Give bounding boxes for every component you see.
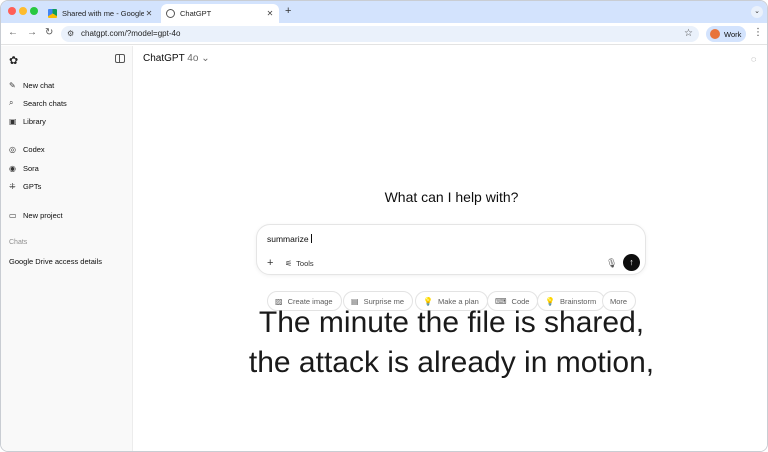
chatgpt-icon [166, 9, 175, 18]
sidebar-item-label: Search chats [23, 98, 67, 108]
grid-icon: ⁜ [9, 181, 16, 191]
tab-title: ChatGPT [180, 9, 212, 18]
browser-menu-icon[interactable]: ⋮ [753, 27, 763, 38]
chevron-down-icon: ⌄ [201, 53, 210, 64]
edit-icon: ✎ [9, 80, 16, 90]
maximize-window-button[interactable] [30, 7, 38, 15]
close-tab-icon[interactable]: ✕ [265, 9, 275, 18]
sidebar-item-new-project[interactable]: ▭ New project [9, 208, 63, 222]
address-bar[interactable]: ⚙ chatgpt.com/?model=gpt-4o ☆ [61, 26, 699, 42]
codex-icon: ◎ [9, 144, 16, 154]
tab-title: Shared with me - Google Dri [62, 9, 144, 18]
tab-chatgpt[interactable]: ChatGPT ✕ [161, 4, 279, 23]
sidebar-item-gpts[interactable]: ⁜ GPTs [9, 179, 41, 193]
chat-history-item[interactable]: Google Drive access details [9, 254, 102, 268]
play-icon: ◉ [9, 163, 16, 173]
sliders-icon: ⚟ [285, 259, 293, 268]
model-version: 4o [187, 53, 199, 64]
caption-line-2: the attack is already in motion, [248, 346, 655, 379]
tab-search-button[interactable]: ⌄ [751, 6, 763, 18]
sidebar-item-label: New chat [23, 80, 55, 90]
search-icon: ⌕ [9, 98, 14, 107]
tab-strip: Shared with me - Google Dri ✕ ChatGPT ✕ … [1, 1, 767, 23]
page-title: What can I help with? [384, 189, 519, 205]
sidebar-item-label: GPTs [23, 181, 42, 191]
forward-icon[interactable]: → [27, 27, 37, 38]
chats-section-label: Chats [9, 239, 28, 246]
prompt-composer[interactable]: summarize + ⚟ Tools 🎙 ↑ [256, 224, 646, 275]
send-button[interactable]: ↑ [623, 254, 640, 271]
prompt-input[interactable]: summarize [267, 234, 312, 244]
sidebar-item-new-chat[interactable]: ✎ New chat [9, 78, 54, 92]
new-tab-button[interactable]: + [285, 5, 291, 17]
avatar [710, 29, 720, 39]
reload-icon[interactable]: ↻ [45, 27, 53, 38]
browser-window: Shared with me - Google Dri ✕ ChatGPT ✕ … [0, 0, 768, 452]
profile-label: Work [724, 29, 742, 39]
chat-title: Google Drive access details [9, 256, 102, 266]
browser-toolbar: ← → ↻ ⚙ chatgpt.com/?model=gpt-4o ☆ Work… [1, 23, 767, 45]
sidebar-item-label: Sora [23, 163, 39, 173]
tools-button[interactable]: ⚟ Tools [285, 259, 314, 268]
back-icon[interactable]: ← [8, 27, 18, 38]
site-info-icon[interactable]: ⚙ [67, 29, 74, 38]
folder-icon: ▭ [9, 210, 17, 220]
main-content: ChatGPT 4o ⌄ ◌ What can I help with? sum… [134, 46, 767, 451]
close-tab-icon[interactable]: ✕ [144, 9, 154, 18]
sidebar-item-label: New project [23, 210, 63, 220]
sidebar-item-sora[interactable]: ◉ Sora [9, 161, 39, 175]
tab-google-drive[interactable]: Shared with me - Google Dri ✕ [43, 4, 158, 23]
sidebar: ✿ ✎ New chat ⌕ Search chats ▣ Library ◎ … [1, 46, 133, 451]
bookmark-star-icon[interactable]: ☆ [684, 28, 693, 39]
sidebar-item-label: Library [23, 116, 46, 126]
close-window-button[interactable] [8, 7, 16, 15]
sidebar-item-label: Codex [23, 144, 45, 154]
profile-button[interactable]: Work [706, 26, 746, 42]
model-selector[interactable]: ChatGPT 4o ⌄ [143, 53, 210, 64]
sidebar-item-codex[interactable]: ◎ Codex [9, 142, 45, 156]
sidebar-toggle-icon[interactable] [115, 54, 125, 63]
model-name: ChatGPT [143, 53, 185, 64]
sidebar-item-search-chats[interactable]: ⌕ Search chats [9, 96, 67, 110]
caption-line-1: The minute the file is shared, [258, 306, 645, 339]
openai-logo-icon[interactable]: ✿ [9, 54, 18, 67]
microphone-icon[interactable]: 🎙 [606, 258, 617, 269]
add-attachment-icon[interactable]: + [267, 257, 273, 269]
google-drive-icon [48, 9, 57, 18]
url-text: chatgpt.com/?model=gpt-4o [81, 29, 181, 38]
library-icon: ▣ [9, 116, 17, 126]
minimize-window-button[interactable] [19, 7, 27, 15]
sidebar-item-library[interactable]: ▣ Library [9, 114, 46, 128]
temporary-chat-icon[interactable]: ◌ [751, 54, 756, 64]
tools-label: Tools [296, 259, 314, 268]
